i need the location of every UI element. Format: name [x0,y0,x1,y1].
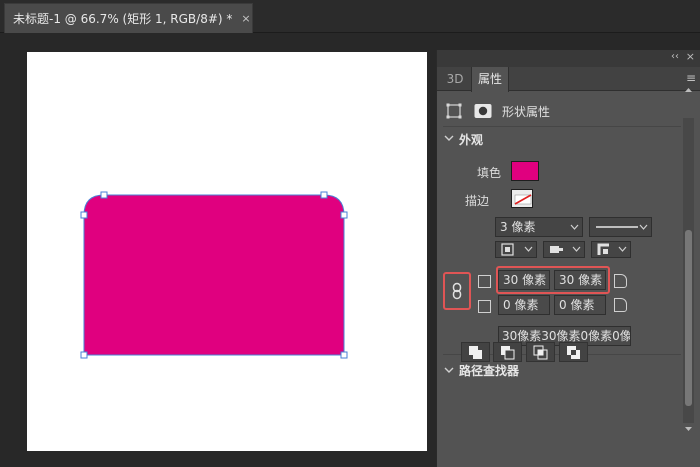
fill-label: 填色 [477,166,502,180]
anchor-handle[interactable] [320,191,328,199]
shape-properties-label: 形状属性 [502,105,551,119]
top-right-corner-icon [614,274,627,288]
bottom-left-radius-value: 0 像素 [503,298,539,312]
panel-header: ‹‹ × [437,50,700,67]
combine-shapes-icon [469,346,482,359]
close-panel-icon[interactable]: × [686,50,695,63]
exclude-overlap-icon [567,346,580,359]
stroke-corner-icon [597,243,627,255]
all-corners-radius-value: 30像素30像素0像素0像素 [502,329,631,343]
collapse-panel-icon[interactable]: ‹‹ [671,51,679,62]
stroke-corners-dropdown[interactable] [591,241,631,258]
stroke-cap-icon [550,246,581,253]
divider [443,126,681,127]
bottom-right-radius-input[interactable]: 0 像素 [554,295,606,315]
workspace [0,33,434,467]
scroll-down-icon[interactable] [683,423,694,435]
stroke-caps-dropdown[interactable] [543,241,585,258]
chevron-down-icon [566,218,582,236]
subtract-front-icon [501,346,515,360]
top-left-radius-value: 30 像素 [503,273,547,287]
bottom-left-corner-icon [478,300,491,313]
pathfinder-section-title[interactable]: 路径查找器 [459,362,519,379]
stroke-style-dropdown[interactable] [589,217,652,237]
stroke-align-dropdown[interactable] [495,241,537,258]
intersect-shapes-icon [533,345,548,360]
stroke-align-icon [501,243,533,256]
tab-properties[interactable]: 属性 [471,67,509,92]
stroke-width-dropdown[interactable]: 3 像素 [495,217,583,237]
bottom-left-radius-input[interactable]: 0 像素 [498,295,550,315]
close-icon[interactable]: × [241,12,250,25]
bottom-right-corner-icon [614,298,627,312]
top-left-corner-icon [478,275,491,288]
stroke-color-swatch[interactable] [511,189,533,208]
vector-mask-icon[interactable] [474,102,492,120]
solid-line-icon [596,226,638,228]
properties-panel: ‹‹ × 3D 属性 ≡ 形状属性 外观 填色 描边 3 像素 30 像素 30… [436,50,700,467]
chevron-down-icon [635,218,651,236]
anchor-handle[interactable] [80,211,88,219]
stroke-width-value: 3 像素 [500,220,536,234]
document-tab-title: 未标题-1 @ 66.7% (矩形 1, RGB/8#) * [13,12,233,26]
rounded-rectangle-shape[interactable] [83,194,345,356]
anchor-handle[interactable] [340,351,348,359]
bottom-right-radius-value: 0 像素 [559,298,595,312]
exclude-overlap-button[interactable] [559,342,588,362]
subtract-front-button[interactable] [493,342,522,362]
top-left-radius-input[interactable]: 30 像素 [498,270,550,290]
rectangle-shape-icon[interactable] [445,102,463,120]
panel-menu-icon[interactable]: ≡ [686,71,696,85]
tab-3d[interactable]: 3D [441,67,469,91]
stroke-label: 描边 [465,194,490,208]
document-tab-bar: 未标题-1 @ 66.7% (矩形 1, RGB/8#) * × [0,0,700,33]
document-tab[interactable]: 未标题-1 @ 66.7% (矩形 1, RGB/8#) * × [4,3,253,33]
anchor-handle[interactable] [100,191,108,199]
combine-shapes-button[interactable] [461,342,490,362]
chevron-down-icon[interactable] [444,365,454,375]
scroll-up-icon[interactable] [683,84,694,96]
top-right-radius-value: 30 像素 [559,273,603,287]
no-stroke-icon [514,194,532,205]
panel-tabs: 3D 属性 ≡ [437,67,700,92]
scrollbar-thumb[interactable] [685,230,692,406]
fill-color-swatch[interactable] [511,161,539,181]
intersect-shapes-button[interactable] [526,342,555,362]
canvas[interactable] [27,52,427,451]
appearance-section-title[interactable]: 外观 [459,131,483,148]
shape-layer[interactable] [27,52,427,451]
anchor-handle[interactable] [340,211,348,219]
chevron-down-icon[interactable] [444,133,454,143]
anchor-handle[interactable] [80,351,88,359]
top-right-radius-input[interactable]: 30 像素 [554,270,606,290]
chain-link-icon[interactable] [450,282,464,300]
